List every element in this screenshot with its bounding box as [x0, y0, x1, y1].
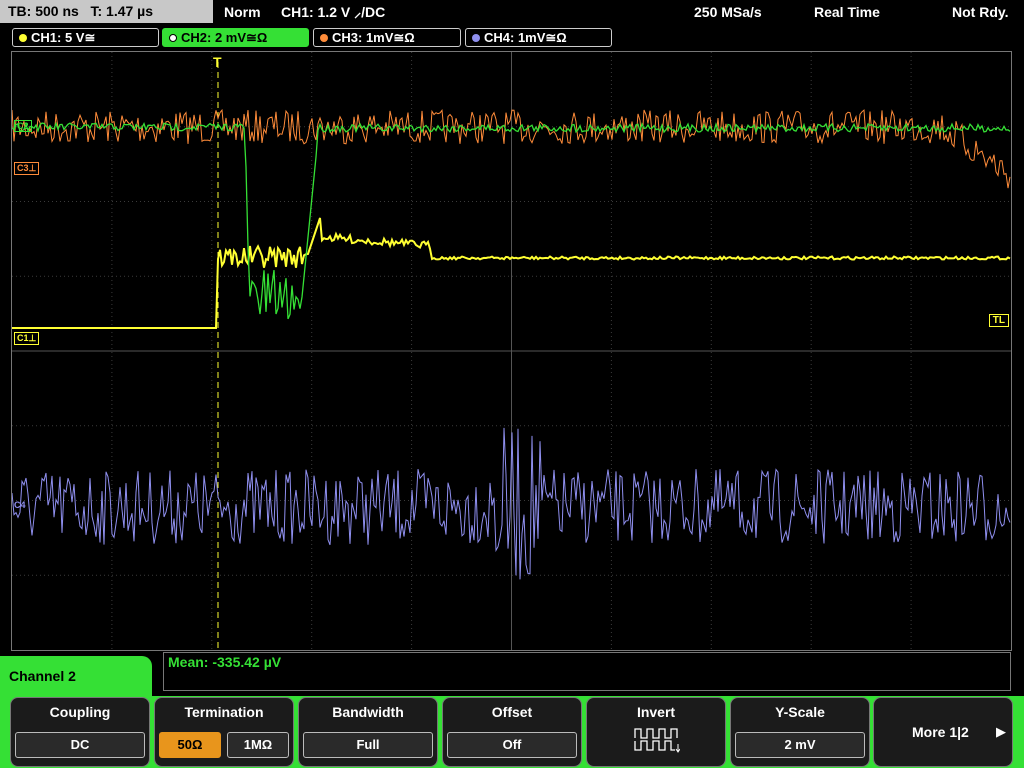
- more-softkey[interactable]: More 1|2 ▶: [873, 697, 1013, 767]
- tab-ch4[interactable]: CH4: 1mV≅Ω: [465, 28, 612, 47]
- coupling-title: Coupling: [49, 704, 111, 720]
- trigger-mode[interactable]: Norm: [224, 0, 261, 24]
- yscale-softkey[interactable]: Y-Scale 2 mV: [730, 697, 870, 767]
- ch4-offset-marker[interactable]: C4: [14, 500, 26, 510]
- more-label: More 1|2: [912, 724, 969, 740]
- waveform-canvas: [12, 52, 1011, 650]
- termination-50ohm-option[interactable]: 50Ω: [159, 732, 221, 758]
- tab-ch1[interactable]: CH1: 5 V≅: [12, 28, 159, 47]
- coupling-value: DC: [15, 732, 145, 758]
- menu-title: Channel 2: [0, 656, 152, 700]
- ch3-color-dot: [320, 34, 328, 42]
- offset-value: Off: [447, 732, 577, 758]
- tab-ch4-label: CH4: 1mV≅Ω: [484, 30, 567, 45]
- tab-ch3-label: CH3: 1mV≅Ω: [332, 30, 415, 45]
- bandwidth-value: Full: [303, 732, 433, 758]
- mean-measurement: Mean: -335.42 µV: [168, 654, 282, 670]
- yscale-value: 2 mV: [735, 732, 865, 758]
- ch2-offset-marker[interactable]: C2: [14, 120, 32, 132]
- trigger-setting[interactable]: CH1: 1.2 V ⸝/DC: [281, 0, 385, 24]
- ch3-offset-marker[interactable]: C3⊥: [14, 162, 40, 175]
- trigger-time-readout: T: 1.47 µs: [90, 3, 154, 19]
- timebase-readout: TB: 500 ns: [8, 3, 79, 19]
- termination-title: Termination: [184, 704, 264, 720]
- bandwidth-title: Bandwidth: [332, 704, 404, 720]
- next-page-icon: ▶: [996, 724, 1006, 739]
- trigger-level-marker[interactable]: TL: [988, 314, 1009, 327]
- yscale-title: Y-Scale: [775, 704, 825, 720]
- coupling-softkey[interactable]: Coupling DC: [10, 697, 150, 767]
- bandwidth-softkey[interactable]: Bandwidth Full: [298, 697, 438, 767]
- trigger-position-marker[interactable]: T: [213, 54, 222, 70]
- tab-ch2[interactable]: CH2: 2 mV≅Ω: [162, 28, 309, 47]
- termination-softkey[interactable]: Termination 50Ω 1MΩ: [154, 697, 294, 767]
- termination-1mohm-option[interactable]: 1MΩ: [227, 732, 289, 758]
- invert-title: Invert: [636, 704, 676, 720]
- invert-softkey[interactable]: Invert: [586, 697, 726, 767]
- ch4-color-dot: [472, 34, 480, 42]
- waveform-display[interactable]: C3⊥ C2 C1⊥ C4 TL T: [11, 51, 1012, 651]
- timebase-box[interactable]: TB: 500 ns T: 1.47 µs: [0, 0, 213, 23]
- acquisition-state: Not Rdy.: [952, 4, 1009, 20]
- offset-softkey[interactable]: Offset Off: [442, 697, 582, 767]
- sample-rate: 250 MSa/s: [694, 4, 762, 20]
- ch1-offset-marker[interactable]: C1⊥: [14, 332, 40, 345]
- tab-ch3[interactable]: CH3: 1mV≅Ω: [313, 28, 461, 47]
- ch2-color-dot: [169, 34, 177, 42]
- measurement-panel: [163, 652, 1011, 691]
- acquisition-mode: Real Time: [814, 4, 880, 20]
- tab-ch1-label: CH1: 5 V≅: [31, 30, 96, 45]
- ch1-color-dot: [19, 34, 27, 42]
- invert-waveform-icon: [634, 728, 680, 753]
- tab-ch2-label: CH2: 2 mV≅Ω: [181, 30, 268, 45]
- offset-title: Offset: [491, 704, 533, 720]
